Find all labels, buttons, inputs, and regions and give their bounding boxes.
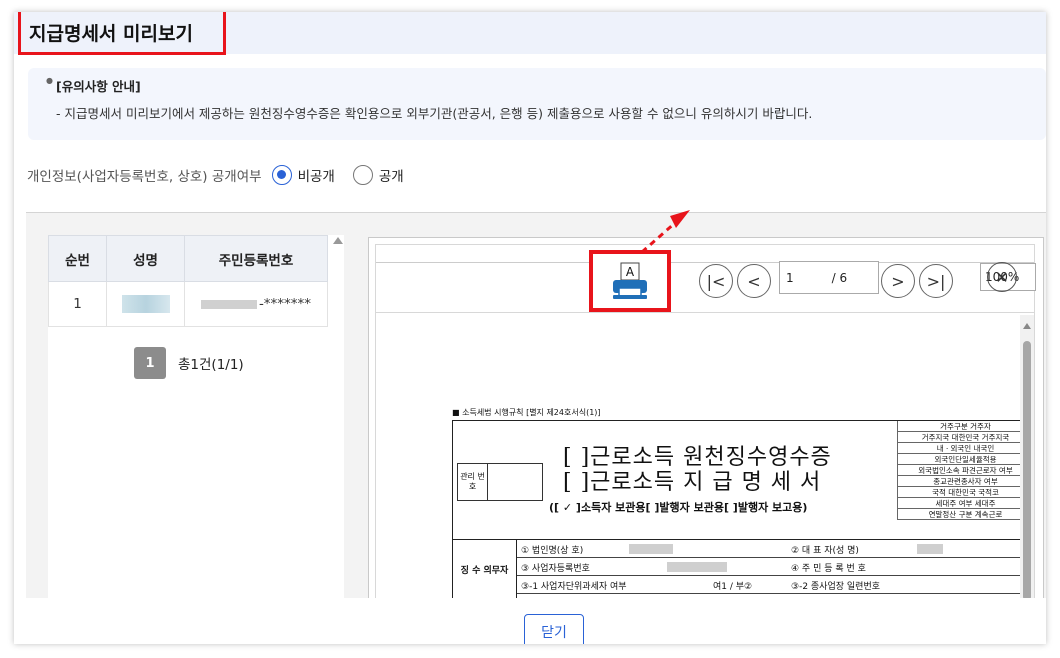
doc-field: 여1 / 부②	[713, 582, 753, 592]
radio-public-label[interactable]: 공개	[379, 165, 404, 185]
privacy-label: 개인정보(사업자등록번호, 상호) 공개여부	[27, 169, 262, 185]
doc-field: ② 대 표 자(성 명)	[791, 546, 859, 556]
side-row: 연말정산 구분 계속근로	[897, 509, 1033, 520]
prev-page-button[interactable]: <	[737, 264, 771, 298]
work-area: 순번 성명 주민등록번호 1 -******* 1 총1건(1/1) A |< …	[26, 212, 1046, 601]
preview-modal: 지급명세서 미리보기 ● [유의사항 안내] - 지급명세서 미리보기에서 제공하…	[14, 12, 1046, 644]
redacted-rrn	[200, 299, 257, 309]
chevron-right-icon: >	[891, 271, 905, 291]
doc-title-line2: [ ]근로소득 지 급 명 세 서	[563, 470, 822, 495]
modal-header: 지급명세서 미리보기	[14, 12, 1046, 55]
withholder-label: 징 수 의무자	[453, 540, 517, 601]
doc-field: ③-2 종사업장 일련번호	[791, 582, 881, 592]
notice-box: ● [유의사항 안내] - 지급명세서 미리보기에서 제공하는 원천징수영수증은 …	[28, 68, 1046, 140]
redacted-value	[629, 544, 673, 555]
residence-info-table: 거주구분 거주자 거주지국 대한민국 거주지국 내ㆍ외국인 내국인 외국인단일세…	[897, 421, 1033, 539]
mgmt-label: 관리 번호	[458, 464, 488, 500]
privacy-setting: 개인정보(사업자등록번호, 상호) 공개여부 비공개 공개	[27, 165, 412, 185]
notice-body: - 지급명세서 미리보기에서 제공하는 원천징수영수증은 확인용으로 외부기관(…	[56, 106, 813, 121]
doc-row: ③ 사업자등록번호 ④ 주 민 등 록 번 호	[517, 558, 1033, 576]
col-header-name: 성명	[106, 235, 185, 282]
row-no[interactable]: 1	[48, 281, 107, 327]
list-scroll-up-icon[interactable]	[333, 237, 343, 244]
first-page-icon: |<	[706, 271, 726, 291]
last-page-icon: >|	[926, 271, 946, 291]
page-button-1[interactable]: 1	[134, 347, 166, 379]
row-rrn[interactable]: -*******	[184, 281, 328, 327]
table-row[interactable]: 1 -*******	[48, 281, 328, 327]
redacted-value	[917, 544, 943, 555]
close-button[interactable]: 닫기	[524, 614, 584, 644]
modal-title: 지급명세서 미리보기	[29, 22, 193, 45]
doc-row: ③-1 사업자단위과세자 여부 여1 / 부② ③-2 종사업장 일련번호	[517, 576, 1033, 594]
doc-title: [ ]근로소득 원천징수영수증 [ ]근로소득 지 급 명 세 서	[563, 445, 832, 495]
side-row: 종교관련종사자 여부	[897, 476, 1033, 487]
redaction-bar	[667, 562, 727, 572]
col-header-no: 순번	[48, 235, 107, 282]
doc-subtitle: ([ ✓ ]소득자 보관용[ ]발행자 보관용[ ]발행자 보고용)	[549, 501, 808, 514]
side-row: 세대주 여부 세대주	[897, 498, 1033, 509]
employee-list-panel: 순번 성명 주민등록번호 1 -******* 1 총1건(1/1)	[48, 235, 344, 599]
viewer-frame: A |< < 1 / 6 > >| 100% ✕ ■ 소득세법 시행규칙 [별지…	[375, 244, 1036, 601]
last-page-button[interactable]: >|	[919, 264, 953, 298]
side-row: 거주지국 대한민국 거주지국	[897, 432, 1033, 443]
side-row: 거주구분 거주자	[897, 421, 1033, 432]
radio-public[interactable]	[352, 165, 373, 185]
redaction-bar	[629, 544, 673, 554]
scroll-up-icon[interactable]	[1023, 323, 1031, 329]
doc-frame: 관리 번호 [ ]근로소득 원천징수영수증 [ ]근로소득 지 급 명 세 서 …	[452, 420, 1033, 601]
doc-field: ④ 주 민 등 록 번 호	[791, 564, 866, 574]
toolbar-top-strip	[376, 245, 1034, 263]
bullet-icon: ●	[46, 76, 53, 85]
notice-title: ● [유의사항 안내]	[46, 76, 1028, 95]
doc-caption: ■ 소득세법 시행규칙 [별지 제24호서식(1)]	[452, 408, 601, 417]
rrn-masked: -*******	[258, 296, 312, 312]
next-page-button[interactable]: >	[881, 264, 915, 298]
modal-footer: 닫기	[14, 598, 1046, 644]
title-highlight: 지급명세서 미리보기	[18, 12, 226, 55]
viewer-toolbar: A |< < 1 / 6 > >| 100% ✕	[376, 245, 1036, 313]
page-number-input[interactable]: 1 / 6	[779, 261, 879, 294]
notice-title-text: [유의사항 안내]	[55, 79, 141, 94]
side-row: 국적 대한민국 국적코	[897, 487, 1033, 498]
doc-title-line1: [ ]근로소득 원천징수영수증	[563, 445, 832, 470]
redaction-bar	[917, 544, 943, 554]
pagination: 1 총1건(1/1)	[134, 347, 244, 379]
side-row: 외국인단일세율적용	[897, 454, 1033, 465]
zoom-select[interactable]: 100% ✕	[980, 262, 1036, 292]
page-total: / 6	[831, 270, 848, 285]
page-current: 1	[786, 270, 794, 285]
doc-field: ③ 사업자등록번호	[521, 564, 590, 574]
total-count: 총1건(1/1)	[178, 357, 244, 373]
annotation-arrow-icon	[642, 210, 690, 254]
radio-private[interactable]	[271, 165, 292, 185]
side-row: 내ㆍ외국인 내국인	[897, 443, 1033, 454]
svg-text:A: A	[626, 265, 635, 279]
side-row: 외국법인소속 파견근로자 여부	[897, 465, 1033, 476]
scroll-thumb[interactable]	[1023, 341, 1031, 601]
col-header-rrn: 주민등록번호	[184, 235, 328, 282]
document-area: ■ 소득세법 시행규칙 [별지 제24호서식(1)] 관리 번호 [ ]근로소득…	[376, 315, 1034, 601]
redacted-name	[121, 295, 170, 313]
doc-field: ③-1 사업자단위과세자 여부	[521, 582, 627, 592]
radio-private-label[interactable]: 비공개	[298, 165, 335, 185]
employee-table: 순번 성명 주민등록번호 1 -*******	[48, 235, 328, 327]
withholder-section: 징 수 의무자 ① 법인명(상 호) ② 대 표 자(성 명) ③ 사업자등록번…	[453, 539, 1033, 601]
row-name[interactable]	[106, 281, 185, 327]
viewer-scrollbar[interactable]	[1020, 315, 1034, 601]
doc-field: ① 법인명(상 호)	[521, 546, 584, 556]
withholding-receipt-document: ■ 소득세법 시행규칙 [별지 제24호서식(1)] 관리 번호 [ ]근로소득…	[452, 407, 1033, 601]
redacted-value	[667, 562, 727, 573]
close-viewer-icon[interactable]: ✕	[987, 262, 1017, 292]
mgmt-number-box: 관리 번호	[457, 463, 543, 501]
first-page-button[interactable]: |<	[699, 264, 733, 298]
report-viewer: A |< < 1 / 6 > >| 100% ✕ ■ 소득세법 시행규칙 [별지…	[368, 237, 1044, 601]
chevron-left-icon: <	[747, 271, 761, 291]
doc-row: ① 법인명(상 호) ② 대 표 자(성 명)	[517, 540, 1033, 558]
